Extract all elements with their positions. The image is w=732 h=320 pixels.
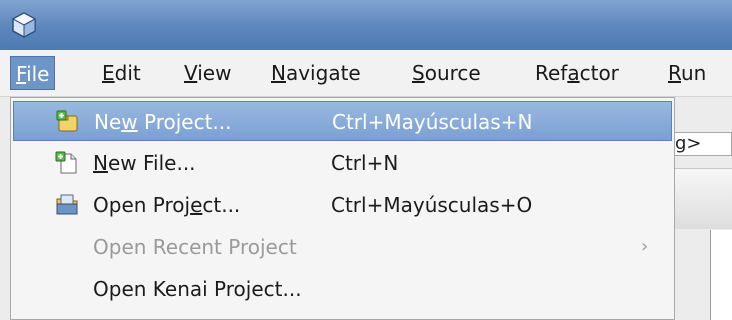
label-post: ect — [265, 235, 297, 259]
app-window: File Edit View Navigate Source Refactor … — [0, 0, 732, 320]
menu-item-open-recent-project[interactable]: Open Recent Project › — [13, 227, 672, 267]
menu-edit[interactable]: Edit — [98, 56, 145, 90]
label-post: ew File... — [107, 151, 196, 175]
toolbar-strip — [668, 168, 732, 229]
cube-icon[interactable] — [10, 11, 38, 39]
editor-pane-edge — [710, 230, 732, 320]
menu-item-open-kenai-project[interactable]: Open Kenai Project... — [13, 269, 672, 309]
menu-refactor-post: ctor — [579, 61, 619, 85]
menu-bar: File Edit View Navigate Source Refactor … — [0, 50, 732, 97]
menu-item-label: Open Kenai Project... — [93, 277, 302, 301]
menu-navigate-post: avigate — [285, 61, 361, 85]
menu-run[interactable]: Run — [664, 56, 710, 90]
new-file-icon — [55, 151, 77, 174]
menu-refactor[interactable]: Refactor — [531, 56, 623, 90]
menu-file[interactable]: File — [10, 56, 56, 90]
configuration-combo[interactable]: g> — [668, 132, 732, 156]
chevron-right-icon: › — [641, 236, 649, 257]
label-post: ct... — [202, 193, 241, 217]
menu-item-shortcut: Ctrl+Mayúsculas+N — [332, 110, 533, 134]
menu-file-mnemonic: F — [16, 62, 27, 86]
menu-source-mnemonic: S — [412, 61, 425, 85]
menu-view-post: iew — [197, 61, 232, 85]
title-bar — [0, 0, 732, 50]
label-pre: Open Recent Pro — [93, 235, 260, 259]
new-project-icon — [56, 110, 78, 132]
menu-source[interactable]: Source — [408, 56, 485, 90]
menu-refactor-pre: Ref — [535, 61, 568, 85]
label-mnemonic: w — [121, 110, 138, 134]
menu-source-post: ource — [424, 61, 481, 85]
menu-item-new-file[interactable]: New File... Ctrl+N — [13, 143, 672, 183]
menu-navigate[interactable]: Navigate — [267, 56, 365, 90]
menu-edit-post: dit — [114, 61, 141, 85]
menu-item-new-project[interactable]: New Project... Ctrl+Mayúsculas+N — [13, 101, 672, 141]
open-project-icon — [56, 194, 78, 215]
file-menu-dropdown: New Project... Ctrl+Mayúsculas+N New Fil… — [10, 97, 675, 320]
menu-file-post: ile — [26, 62, 50, 86]
menu-run-mnemonic: R — [668, 61, 681, 85]
menu-item-shortcut: Ctrl+N — [331, 151, 399, 175]
label-post: Project... — [137, 110, 232, 134]
label-pre: Open Proj — [93, 193, 191, 217]
label-pre: Ne — [94, 110, 122, 134]
menu-item-open-project[interactable]: Open Project... Ctrl+Mayúsculas+O — [13, 185, 672, 225]
menu-view[interactable]: View — [180, 56, 235, 90]
label-mnemonic: N — [93, 151, 108, 175]
menu-item-label: Open Project... — [93, 185, 240, 225]
menu-refactor-mnemonic: a — [567, 61, 580, 85]
menu-view-mnemonic: V — [184, 61, 198, 85]
menu-item-label: New Project... — [94, 102, 231, 142]
menu-item-label: Open Recent Project — [93, 227, 297, 267]
menu-edit-mnemonic: E — [102, 61, 115, 85]
label-mnemonic: e — [190, 193, 203, 217]
menu-item-shortcut: Ctrl+Mayúsculas+O — [331, 193, 533, 217]
menu-item-label: New File... — [93, 143, 196, 183]
menu-navigate-mnemonic: N — [271, 61, 286, 85]
menu-run-post: un — [681, 61, 707, 85]
